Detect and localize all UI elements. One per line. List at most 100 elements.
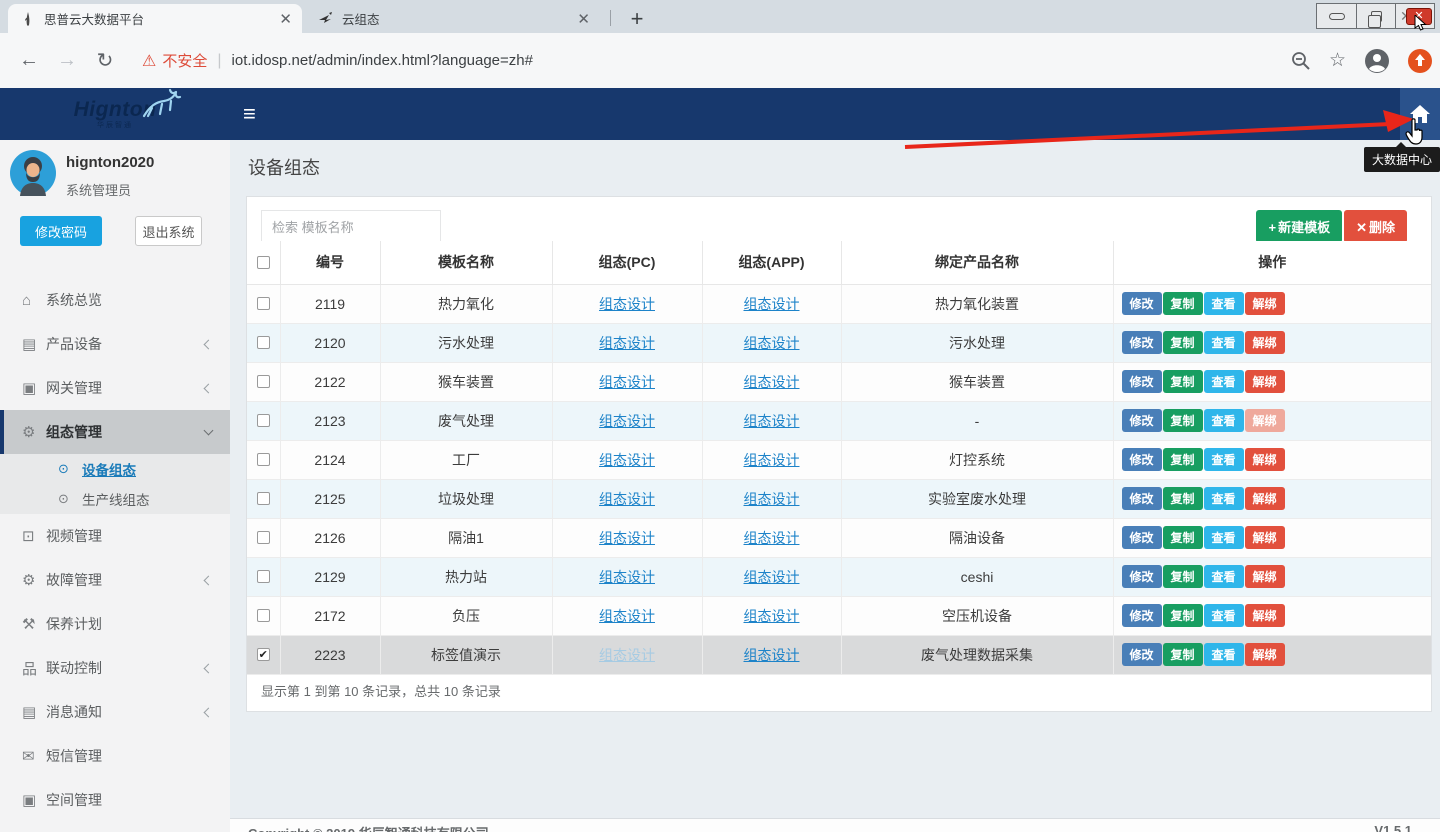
row-checkbox[interactable]: [257, 609, 270, 622]
row-action-unbind-button[interactable]: 解绑: [1245, 487, 1285, 510]
sidebar-item[interactable]: ⚒ 保养计划: [0, 602, 230, 646]
row-action-copy-button[interactable]: 复制: [1163, 292, 1203, 315]
row-action-copy-button[interactable]: 复制: [1163, 526, 1203, 549]
column-header[interactable]: 组态(PC): [552, 241, 702, 284]
pc-config-link[interactable]: 组态设计: [599, 335, 655, 351]
sidebar-item[interactable]: ⊡ 视频管理: [0, 514, 230, 558]
app-config-link[interactable]: 组态设计: [744, 491, 800, 507]
url-text[interactable]: iot.idosp.net/admin/index.html?language=…: [232, 52, 533, 69]
pc-config-link[interactable]: 组态设计: [599, 413, 655, 429]
pc-config-link[interactable]: 组态设计: [599, 491, 655, 507]
row-action-unbind-button[interactable]: 解绑: [1245, 526, 1285, 549]
app-config-link[interactable]: 组态设计: [744, 647, 800, 663]
row-checkbox[interactable]: [257, 492, 270, 505]
tab-cloud-config[interactable]: 云组态 ✕: [306, 4, 600, 33]
sidebar-item[interactable]: ▣ 空间管理: [0, 778, 230, 822]
sidebar-subitem[interactable]: ⊙ 设备组态: [0, 454, 230, 484]
row-action-copy-button[interactable]: 复制: [1163, 331, 1203, 354]
window-restore-button[interactable]: [1356, 4, 1395, 28]
row-checkbox[interactable]: [257, 570, 270, 583]
row-action-view-button[interactable]: 查看: [1204, 565, 1244, 588]
row-action-unbind-button[interactable]: 解绑: [1245, 565, 1285, 588]
app-config-link[interactable]: 组态设计: [744, 335, 800, 351]
hamburger-menu-icon[interactable]: ≡: [243, 100, 256, 128]
tab-platform[interactable]: 思普云大数据平台 ✕: [8, 4, 302, 33]
row-action-copy-button[interactable]: 复制: [1163, 487, 1203, 510]
browser-update-icon[interactable]: [1408, 49, 1432, 73]
row-action-unbind-button[interactable]: 解绑: [1245, 448, 1285, 471]
row-checkbox[interactable]: [257, 375, 270, 388]
pc-config-link[interactable]: 组态设计: [599, 374, 655, 390]
sidebar-item[interactable]: ▤ 消息通知: [0, 690, 230, 734]
row-action-view-button[interactable]: 查看: [1204, 370, 1244, 393]
row-action-copy-button[interactable]: 复制: [1163, 409, 1203, 432]
row-action-edit-button[interactable]: 修改: [1122, 487, 1162, 510]
column-header[interactable]: 编号: [280, 241, 380, 284]
app-config-link[interactable]: 组态设计: [744, 569, 800, 585]
pc-config-link[interactable]: 组态设计: [599, 530, 655, 546]
app-config-link[interactable]: 组态设计: [744, 374, 800, 390]
pc-config-link[interactable]: 组态设计: [599, 608, 655, 624]
sidebar-item[interactable]: ▣ 网关管理: [0, 366, 230, 410]
app-config-link[interactable]: 组态设计: [744, 452, 800, 468]
sidebar-subitem[interactable]: ⊙ 生产线组态: [0, 484, 230, 514]
change-password-button[interactable]: 修改密码: [20, 216, 102, 246]
app-config-link[interactable]: 组态设计: [744, 530, 800, 546]
row-action-unbind-button[interactable]: 解绑: [1245, 331, 1285, 354]
tab2-close-icon[interactable]: ✕: [577, 10, 590, 28]
row-checkbox[interactable]: [257, 336, 270, 349]
row-action-view-button[interactable]: 查看: [1204, 604, 1244, 627]
row-action-edit-button[interactable]: 修改: [1122, 526, 1162, 549]
row-action-edit-button[interactable]: 修改: [1122, 331, 1162, 354]
new-tab-button[interactable]: +: [624, 6, 650, 32]
zoom-icon[interactable]: [1291, 51, 1311, 71]
row-action-unbind-button[interactable]: 解绑: [1245, 370, 1285, 393]
row-action-view-button[interactable]: 查看: [1204, 526, 1244, 549]
row-checkbox[interactable]: [257, 297, 270, 310]
row-action-copy-button[interactable]: 复制: [1163, 643, 1203, 666]
row-action-copy-button[interactable]: 复制: [1163, 565, 1203, 588]
sidebar-item[interactable]: ⌂ 系统总览: [0, 278, 230, 322]
sidebar-item[interactable]: 品 联动控制: [0, 646, 230, 690]
row-action-edit-button[interactable]: 修改: [1122, 409, 1162, 432]
pc-config-link[interactable]: 组态设计: [599, 647, 655, 663]
column-header[interactable]: 绑定产品名称: [841, 241, 1113, 284]
row-checkbox[interactable]: ✔: [257, 648, 270, 661]
row-action-copy-button[interactable]: 复制: [1163, 448, 1203, 471]
pc-config-link[interactable]: 组态设计: [599, 296, 655, 312]
row-action-view-button[interactable]: 查看: [1204, 643, 1244, 666]
row-checkbox[interactable]: [257, 531, 270, 544]
pc-config-link[interactable]: 组态设计: [599, 569, 655, 585]
row-action-view-button[interactable]: 查看: [1204, 487, 1244, 510]
row-action-unbind-button[interactable]: 解绑: [1245, 604, 1285, 627]
column-header[interactable]: 组态(APP): [702, 241, 841, 284]
search-input[interactable]: [261, 210, 441, 245]
sidebar-item[interactable]: ⚙ 故障管理: [0, 558, 230, 602]
sidebar-item[interactable]: ✉ 短信管理: [0, 734, 230, 778]
window-minimize-button[interactable]: [1317, 4, 1356, 28]
forward-button[interactable]: →: [48, 49, 86, 72]
column-header[interactable]: 操作: [1113, 241, 1431, 284]
pc-config-link[interactable]: 组态设计: [599, 452, 655, 468]
row-action-view-button[interactable]: 查看: [1204, 409, 1244, 432]
row-action-edit-button[interactable]: 修改: [1122, 643, 1162, 666]
delete-button[interactable]: ✕删除: [1344, 210, 1407, 243]
row-action-edit-button[interactable]: 修改: [1122, 370, 1162, 393]
row-action-unbind-button[interactable]: 解绑: [1245, 292, 1285, 315]
row-action-view-button[interactable]: 查看: [1204, 448, 1244, 471]
row-action-edit-button[interactable]: 修改: [1122, 292, 1162, 315]
address-bar[interactable]: ⚠ 不安全 | iot.idosp.net/admin/index.html?l…: [142, 50, 533, 71]
tab1-close-icon[interactable]: ✕: [279, 10, 292, 28]
row-checkbox[interactable]: [257, 453, 270, 466]
select-all-checkbox[interactable]: [257, 256, 270, 269]
row-action-unbind-button[interactable]: 解绑: [1245, 643, 1285, 666]
window-close-button[interactable]: ✕ ✕: [1395, 4, 1434, 28]
app-config-link[interactable]: 组态设计: [744, 413, 800, 429]
bookmark-star-icon[interactable]: ☆: [1329, 49, 1346, 72]
not-secure-label[interactable]: 不安全: [162, 50, 207, 71]
row-action-unbind-button[interactable]: 解绑: [1245, 409, 1285, 432]
reload-button[interactable]: ↻: [86, 48, 124, 73]
row-checkbox[interactable]: [257, 414, 270, 427]
row-action-copy-button[interactable]: 复制: [1163, 370, 1203, 393]
app-config-link[interactable]: 组态设计: [744, 608, 800, 624]
